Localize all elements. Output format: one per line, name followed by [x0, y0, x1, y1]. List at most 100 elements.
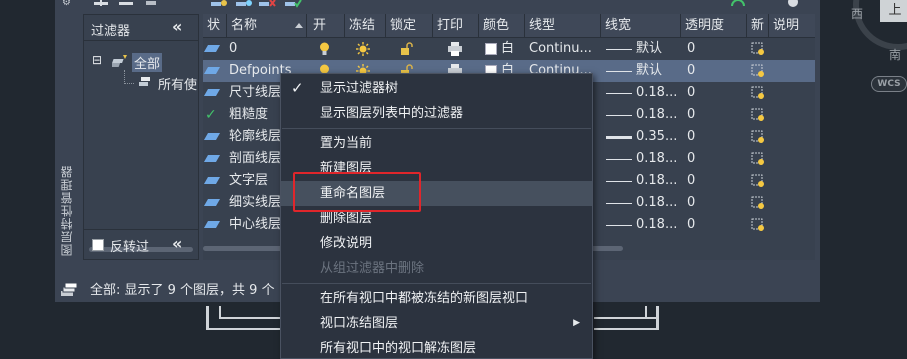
- viewcube-top-face[interactable]: 上: [880, 0, 907, 22]
- new-group-filter-icon[interactable]: [117, 0, 137, 8]
- new-vp-freeze-icon[interactable]: [751, 218, 765, 232]
- transparency-cell[interactable]: 0: [687, 214, 727, 236]
- menu-item[interactable]: 所有视口中的视口解冻图层: [281, 336, 592, 359]
- new-vp-freeze-icon[interactable]: [751, 196, 765, 210]
- drawing-frame-line: [219, 317, 281, 319]
- lightbulb-on-icon[interactable]: [319, 42, 330, 56]
- new-vp-freeze-icon[interactable]: [751, 108, 765, 122]
- color-name-cell[interactable]: 白: [501, 38, 523, 60]
- current-layer-check-icon: ✓: [205, 107, 217, 123]
- lineweight-cell[interactable]: 0.18...: [636, 214, 681, 236]
- drawing-frame-line: [645, 306, 647, 318]
- collapse-filter-footer-icon[interactable]: «: [172, 234, 182, 253]
- status-cell: [203, 192, 227, 214]
- status-cell: [203, 60, 227, 82]
- wcs-button[interactable]: WCS: [871, 76, 907, 92]
- menu-item[interactable]: 视口冻结图层 ▶: [281, 311, 592, 336]
- lineweight-cell[interactable]: 默认: [636, 60, 681, 82]
- menu-item-label: 所有视口中的视口解冻图层: [320, 341, 477, 356]
- lineweight-cell[interactable]: 0.18...: [636, 82, 681, 104]
- layer-icon: [203, 45, 221, 52]
- lineweight-cell[interactable]: 0.18...: [636, 104, 681, 126]
- linetype-cell[interactable]: Continu...: [529, 38, 601, 60]
- column-header-lineweight[interactable]: 线宽: [601, 14, 681, 38]
- menu-item-label: 删除图层: [320, 211, 373, 226]
- transparency-cell[interactable]: 0: [687, 60, 727, 82]
- column-header-freeze[interactable]: 冻结: [345, 14, 386, 38]
- column-header-status[interactable]: 状: [203, 14, 227, 38]
- lineweight-sample: [606, 71, 632, 72]
- column-header-plot[interactable]: 打印: [433, 14, 479, 38]
- status-cell: [203, 82, 227, 104]
- tree-node-all-used[interactable]: 所有使: [158, 74, 197, 93]
- new-vp-freeze-icon[interactable]: [751, 130, 765, 144]
- status-cell: [203, 38, 227, 60]
- menu-item-label: 修改说明: [320, 236, 373, 251]
- new-vp-freeze-icon[interactable]: [751, 174, 765, 188]
- new-vp-freeze-icon[interactable]: [751, 86, 765, 100]
- column-header-color[interactable]: 颜色: [479, 14, 525, 38]
- filter-header-title: 过滤器: [91, 24, 131, 39]
- set-current-icon[interactable]: [284, 0, 302, 8]
- new-vp-freeze-icon[interactable]: [751, 42, 765, 56]
- column-header-on[interactable]: 开: [309, 14, 345, 38]
- menu-item[interactable]: 显示过滤器树 ✓: [281, 76, 592, 101]
- lineweight-cell[interactable]: 0.35...: [636, 126, 681, 148]
- column-header-lock[interactable]: 锁定: [386, 14, 433, 38]
- unlock-icon[interactable]: [400, 42, 413, 56]
- transparency-cell[interactable]: 0: [687, 82, 727, 104]
- new-vp-freeze-icon[interactable]: [751, 152, 765, 166]
- new-layer-icon[interactable]: [210, 0, 228, 8]
- lineweight-sample: [606, 225, 632, 226]
- layer-states-icon[interactable]: [144, 0, 158, 8]
- menu-item[interactable]: 显示图层列表中的过滤器: [281, 101, 592, 126]
- tree-node-all[interactable]: 全部: [132, 53, 163, 72]
- layer-name-cell[interactable]: 0: [229, 38, 307, 60]
- transparency-cell[interactable]: 0: [687, 104, 727, 126]
- status-cell: [203, 170, 227, 192]
- lineweight-sample: [606, 93, 632, 94]
- refresh-icon[interactable]: [729, 0, 747, 8]
- transparency-cell[interactable]: 0: [687, 170, 727, 192]
- column-header-new-vp-freeze[interactable]: 新: [747, 14, 769, 38]
- settings-gear-icon[interactable]: [784, 0, 802, 8]
- transparency-cell[interactable]: 0: [687, 148, 727, 170]
- palette-title-bar[interactable]: 图层特性管理器: [55, 0, 80, 302]
- lineweight-cell[interactable]: 默认: [636, 38, 681, 60]
- new-layer-vp-frozen-icon[interactable]: [235, 0, 253, 8]
- thaw-sun-icon[interactable]: [356, 42, 370, 56]
- new-property-filter-icon[interactable]: [92, 0, 112, 8]
- column-header-linetype[interactable]: 线型: [525, 14, 601, 38]
- highlight-annotation-box: [293, 172, 421, 212]
- delete-layer-icon[interactable]: [258, 0, 276, 8]
- compass-south-label: 南: [889, 48, 902, 62]
- new-vp-freeze-icon[interactable]: [751, 64, 765, 78]
- menu-item[interactable]: 在所有视口中都被冻结的新图层视口: [281, 286, 592, 311]
- settings-icon[interactable]: ⚙: [62, 0, 74, 8]
- submenu-arrow-icon: ▶: [573, 318, 580, 328]
- menu-item[interactable]: 修改说明: [281, 231, 592, 256]
- printer-icon[interactable]: [447, 42, 463, 56]
- transparency-cell[interactable]: 0: [687, 192, 727, 214]
- layer-icon: [203, 155, 221, 162]
- menu-separator: [282, 283, 591, 284]
- menu-item[interactable]: 置为当前: [281, 131, 592, 156]
- column-header-description[interactable]: 说明: [769, 14, 815, 38]
- lineweight-cell[interactable]: 0.18...: [636, 192, 681, 214]
- layer-icon: [203, 133, 221, 140]
- invert-filter-checkbox[interactable]: [92, 239, 104, 251]
- lineweight-cell[interactable]: 0.18...: [636, 148, 681, 170]
- layer-icon: [203, 221, 221, 228]
- layer-stack-icon[interactable]: [60, 282, 78, 298]
- tree-expand-icon[interactable]: ⊟: [92, 53, 102, 67]
- status-cell: [203, 214, 227, 236]
- transparency-cell[interactable]: 0: [687, 38, 727, 60]
- collapse-filter-icon[interactable]: «: [172, 17, 182, 36]
- lineweight-cell[interactable]: 0.18...: [636, 170, 681, 192]
- table-row[interactable]: 0 白 Continu... 默认 0: [203, 38, 815, 60]
- column-header-transparency[interactable]: 透明度: [681, 14, 747, 38]
- layer-icon: [203, 177, 221, 184]
- drawing-frame-line: [206, 306, 209, 330]
- transparency-cell[interactable]: 0: [687, 126, 727, 148]
- color-swatch[interactable]: [485, 43, 497, 55]
